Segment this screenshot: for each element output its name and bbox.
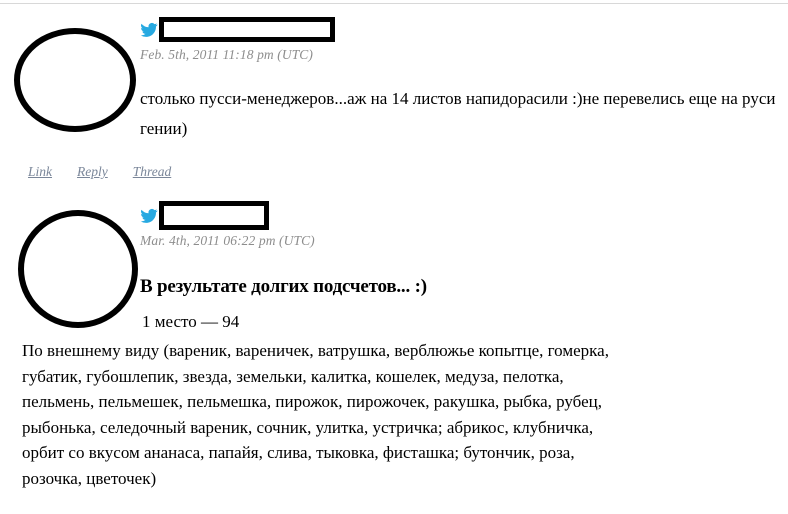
listing-line: По внешнему виду (вареник, вареничек, ва… <box>22 341 609 360</box>
username-redaction-box[interactable] <box>159 200 269 230</box>
twitter-bird-icon <box>140 21 158 39</box>
comment-header: Mar. 4th, 2011 06:22 pm (UTC) <box>140 200 315 249</box>
listing-paragraph: По внешнему виду (вареник, вареничек, ва… <box>22 338 772 491</box>
listing-line: орбит со вкусом ананаса, папайя, слива, … <box>22 443 575 462</box>
reply-action[interactable]: Reply <box>77 164 108 180</box>
thread-action[interactable]: Thread <box>133 164 172 180</box>
comment-timestamp: Mar. 4th, 2011 06:22 pm (UTC) <box>140 233 315 248</box>
top-divider <box>0 3 788 4</box>
comment-body-text: столько пусси-менеджеров...аж на 14 лист… <box>140 89 776 138</box>
comment-thread-page: Feb. 5th, 2011 11:18 pm (UTC) столько пу… <box>0 0 788 514</box>
listing-line: пельмень, пельмешек, пельмешка, пирожок,… <box>22 392 602 411</box>
listing-line: губатик, губошлепик, звезда, земельки, к… <box>22 366 564 386</box>
link-action[interactable]: Link <box>28 164 52 180</box>
twitter-bird-icon <box>140 207 158 225</box>
avatar[interactable] <box>18 210 138 328</box>
listing-line: розочка, цветочек) <box>22 468 157 488</box>
place-ranking-line: 1 место — 94 <box>142 312 240 331</box>
comment-actions: Link Reply Thread <box>28 164 171 180</box>
avatar[interactable] <box>14 28 136 132</box>
comment-title: В результате долгих подсчетов... :) <box>140 276 427 297</box>
username-redaction-box[interactable] <box>159 16 335 42</box>
listing-line: рыбонька, селедочный вареник, сочник, ул… <box>22 417 594 437</box>
comment-header: Feb. 5th, 2011 11:18 pm (UTC) <box>140 14 335 63</box>
username-row <box>140 200 315 230</box>
comment-timestamp: Feb. 5th, 2011 11:18 pm (UTC) <box>140 47 314 62</box>
username-row <box>140 14 335 44</box>
